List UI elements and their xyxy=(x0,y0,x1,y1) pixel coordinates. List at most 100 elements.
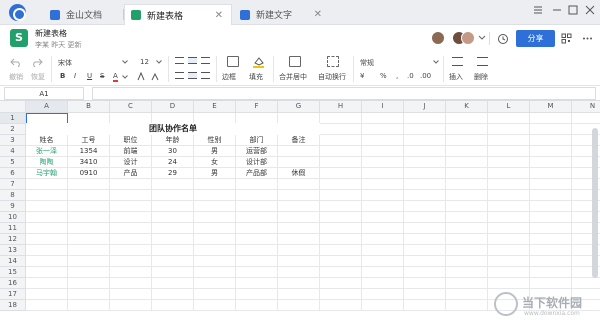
row-header[interactable]: 17 xyxy=(0,289,26,300)
grid-cell[interactable] xyxy=(110,267,152,278)
close-icon[interactable]: ✕ xyxy=(314,9,322,20)
row-header[interactable]: 15 xyxy=(0,267,26,278)
grid-cell[interactable] xyxy=(446,267,488,278)
data-cell[interactable]: 设计 xyxy=(110,157,152,168)
data-cell[interactable]: 29 xyxy=(152,168,194,179)
grid-cell[interactable] xyxy=(152,179,194,190)
menu-icon[interactable] xyxy=(531,3,545,17)
grid-cell[interactable] xyxy=(68,223,110,234)
column-header[interactable]: K xyxy=(446,101,488,113)
grid-cell[interactable] xyxy=(278,201,320,212)
border-icon[interactable] xyxy=(227,56,239,67)
percent-button[interactable]: % xyxy=(380,72,387,80)
grid-cell[interactable] xyxy=(152,267,194,278)
grid-cell[interactable] xyxy=(446,157,488,168)
column-header[interactable]: G xyxy=(278,101,320,113)
grid-cell[interactable] xyxy=(404,168,446,179)
sheet-title-cell[interactable]: 团队协作名单 xyxy=(26,123,320,135)
column-title-cell[interactable]: 职位 xyxy=(110,135,152,146)
tab-new-doc[interactable]: 新建文字 ✕ xyxy=(234,4,330,25)
grid-cell[interactable] xyxy=(362,300,404,311)
data-cell[interactable] xyxy=(278,157,320,168)
grid-cell[interactable] xyxy=(446,113,488,124)
grid-cell[interactable] xyxy=(68,212,110,223)
grid-cell[interactable] xyxy=(446,300,488,311)
row-header[interactable]: 9 xyxy=(0,201,26,212)
grid-cell[interactable] xyxy=(488,212,530,223)
column-header[interactable]: J xyxy=(404,101,446,113)
formula-input[interactable] xyxy=(92,87,596,100)
row-header[interactable]: 14 xyxy=(0,256,26,267)
data-cell[interactable]: 男 xyxy=(194,168,236,179)
grid-cell[interactable] xyxy=(152,223,194,234)
grid-cell[interactable] xyxy=(278,234,320,245)
grid-cell[interactable] xyxy=(362,113,404,124)
grid-cell[interactable] xyxy=(320,278,362,289)
grid-cell[interactable] xyxy=(320,146,362,157)
data-cell[interactable]: 张一泽 xyxy=(26,146,68,157)
column-header[interactable]: M xyxy=(530,101,572,113)
data-cell[interactable]: 前端 xyxy=(110,146,152,157)
cell-name-box[interactable]: A1 xyxy=(4,87,84,100)
grid-cell[interactable] xyxy=(446,212,488,223)
grid-cell[interactable] xyxy=(362,179,404,190)
grid-cell[interactable] xyxy=(530,157,572,168)
grid-cell[interactable] xyxy=(446,234,488,245)
row-header[interactable]: 8 xyxy=(0,190,26,201)
row-header[interactable]: 4 xyxy=(0,146,26,157)
avatar[interactable] xyxy=(461,31,475,45)
grid-cell[interactable] xyxy=(446,135,488,146)
grid-cell[interactable] xyxy=(110,190,152,201)
currency-button[interactable]: ¥ xyxy=(360,72,364,80)
increase-font-icon[interactable] xyxy=(137,72,146,81)
grid-cell[interactable] xyxy=(152,278,194,289)
grid-cell[interactable] xyxy=(236,234,278,245)
select-all-corner[interactable] xyxy=(0,101,26,113)
grid-cell[interactable] xyxy=(152,245,194,256)
grid-cell[interactable] xyxy=(488,157,530,168)
grid-cell[interactable] xyxy=(236,256,278,267)
grid-cell[interactable] xyxy=(236,223,278,234)
grid-cell[interactable] xyxy=(26,212,68,223)
grid-cell[interactable] xyxy=(362,168,404,179)
grid-cell[interactable] xyxy=(278,179,320,190)
grid-cell[interactable] xyxy=(320,256,362,267)
number-format-select[interactable]: 常规 xyxy=(360,58,374,68)
grid-cell[interactable] xyxy=(320,245,362,256)
grid-cell[interactable] xyxy=(68,278,110,289)
grid-cell[interactable] xyxy=(488,256,530,267)
grid-cell[interactable] xyxy=(446,201,488,212)
maximize-icon[interactable] xyxy=(566,3,580,17)
grid-cell[interactable] xyxy=(320,113,362,124)
grid-cell[interactable] xyxy=(320,289,362,300)
qr-code-icon[interactable] xyxy=(561,33,572,44)
grid-cell[interactable] xyxy=(194,289,236,300)
grid-cell[interactable] xyxy=(404,113,446,124)
data-cell[interactable]: 0910 xyxy=(68,168,110,179)
column-header[interactable]: N xyxy=(572,101,600,113)
align-middle-icon[interactable] xyxy=(188,57,197,64)
grid-cell[interactable] xyxy=(362,135,404,146)
grid-cell[interactable] xyxy=(362,146,404,157)
column-header[interactable]: I xyxy=(362,101,404,113)
grid-cell[interactable] xyxy=(530,146,572,157)
grid-cell[interactable] xyxy=(404,146,446,157)
data-cell[interactable]: 30 xyxy=(152,146,194,157)
grid-cell[interactable] xyxy=(320,212,362,223)
column-header[interactable]: L xyxy=(488,101,530,113)
grid-cell[interactable] xyxy=(152,234,194,245)
home-icon[interactable] xyxy=(9,4,26,21)
italic-button[interactable]: I xyxy=(74,72,76,80)
bold-button[interactable]: B xyxy=(60,72,65,80)
grid-cell[interactable] xyxy=(26,201,68,212)
share-button[interactable]: 分享 xyxy=(516,30,555,47)
grid-cell[interactable] xyxy=(236,201,278,212)
grid-cell[interactable] xyxy=(236,245,278,256)
column-header[interactable]: F xyxy=(236,101,278,113)
grid-cell[interactable] xyxy=(152,256,194,267)
grid-cell[interactable] xyxy=(26,289,68,300)
font-family-select[interactable]: 宋体 xyxy=(58,58,72,68)
grid-cell[interactable] xyxy=(446,245,488,256)
grid-cell[interactable] xyxy=(152,289,194,300)
chevron-down-icon[interactable] xyxy=(122,60,128,64)
